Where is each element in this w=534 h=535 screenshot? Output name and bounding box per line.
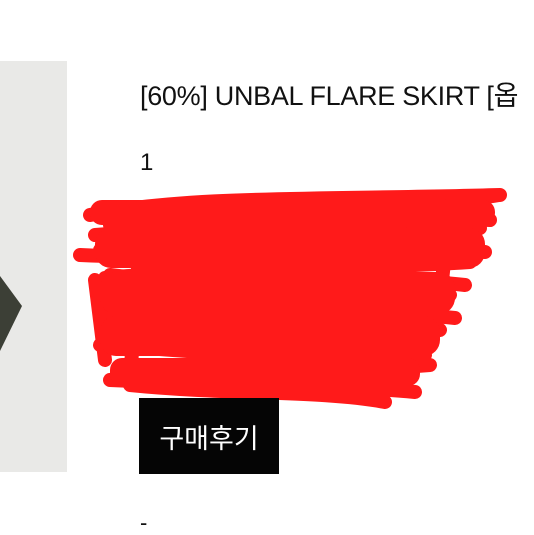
quantity-value: 1	[140, 149, 154, 176]
product-title[interactable]: [60%] UNBAL FLARE SKIRT [옵	[140, 78, 518, 114]
dash-text: -	[140, 510, 148, 535]
redaction-scribble	[73, 188, 507, 409]
garment-image	[0, 276, 22, 351]
purchase-review-button[interactable]: 구매후기	[139, 398, 279, 474]
product-thumbnail[interactable]	[0, 61, 67, 472]
